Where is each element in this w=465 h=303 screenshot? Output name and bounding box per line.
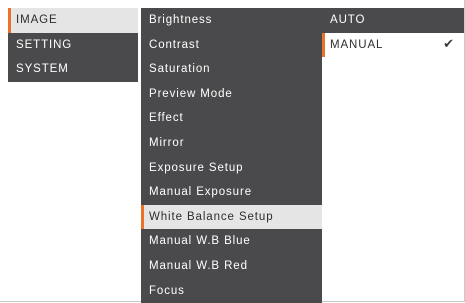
submenu-item-preview-mode[interactable]: Preview Mode [141,82,322,107]
option-item-label: MANUAL [330,38,384,51]
submenu-item-effect[interactable]: Effect [141,106,322,131]
submenu-item-label: Manual Exposure [149,186,252,199]
submenu-item-label: Exposure Setup [149,161,244,174]
submenu-item-label: White Balance Setup [149,210,274,223]
option-item-label: AUTO [330,14,366,26]
submenu-item-white-balance-setup[interactable]: White Balance Setup [141,204,322,230]
submenu-item-focus[interactable]: Focus [141,279,322,303]
submenu-item-label: Contrast [149,38,200,51]
main-menu-item-system[interactable]: SYSTEM [8,57,138,82]
main-menu: IMAGE SETTING SYSTEM [8,8,138,82]
submenu-item-manual-wb-red[interactable]: Manual W.B Red [141,254,322,279]
submenu-item-brightness[interactable]: Brightness [141,8,322,33]
submenu-item-label: Effect [149,112,184,125]
submenu-item-saturation[interactable]: Saturation [141,57,322,82]
image-submenu: Brightness Contrast Saturation Preview M… [141,8,322,303]
submenu-item-contrast[interactable]: Contrast [141,33,322,58]
white-balance-options: AUTO MANUAL ✔ [322,8,464,58]
option-item-manual[interactable]: MANUAL ✔ [322,32,464,58]
main-menu-item-label: SYSTEM [16,63,69,76]
submenu-item-label: Manual W.B Blue [149,235,251,248]
submenu-item-label: Preview Mode [149,87,233,100]
submenu-item-label: Focus [149,284,185,297]
main-menu-item-label: IMAGE [16,14,58,26]
main-menu-item-image[interactable]: IMAGE [8,8,138,33]
submenu-item-mirror[interactable]: Mirror [141,131,322,156]
submenu-item-label: Saturation [149,63,211,76]
submenu-item-manual-exposure[interactable]: Manual Exposure [141,180,322,205]
submenu-item-manual-wb-blue[interactable]: Manual W.B Blue [141,229,322,254]
submenu-item-label: Brightness [149,14,213,26]
main-menu-item-label: SETTING [16,38,73,51]
submenu-item-label: Manual W.B Red [149,259,248,272]
checkmark-icon: ✔ [443,36,454,52]
submenu-item-label: Mirror [149,136,185,149]
main-menu-item-setting[interactable]: SETTING [8,33,138,58]
option-item-auto[interactable]: AUTO [322,8,464,33]
submenu-item-exposure-setup[interactable]: Exposure Setup [141,156,322,181]
